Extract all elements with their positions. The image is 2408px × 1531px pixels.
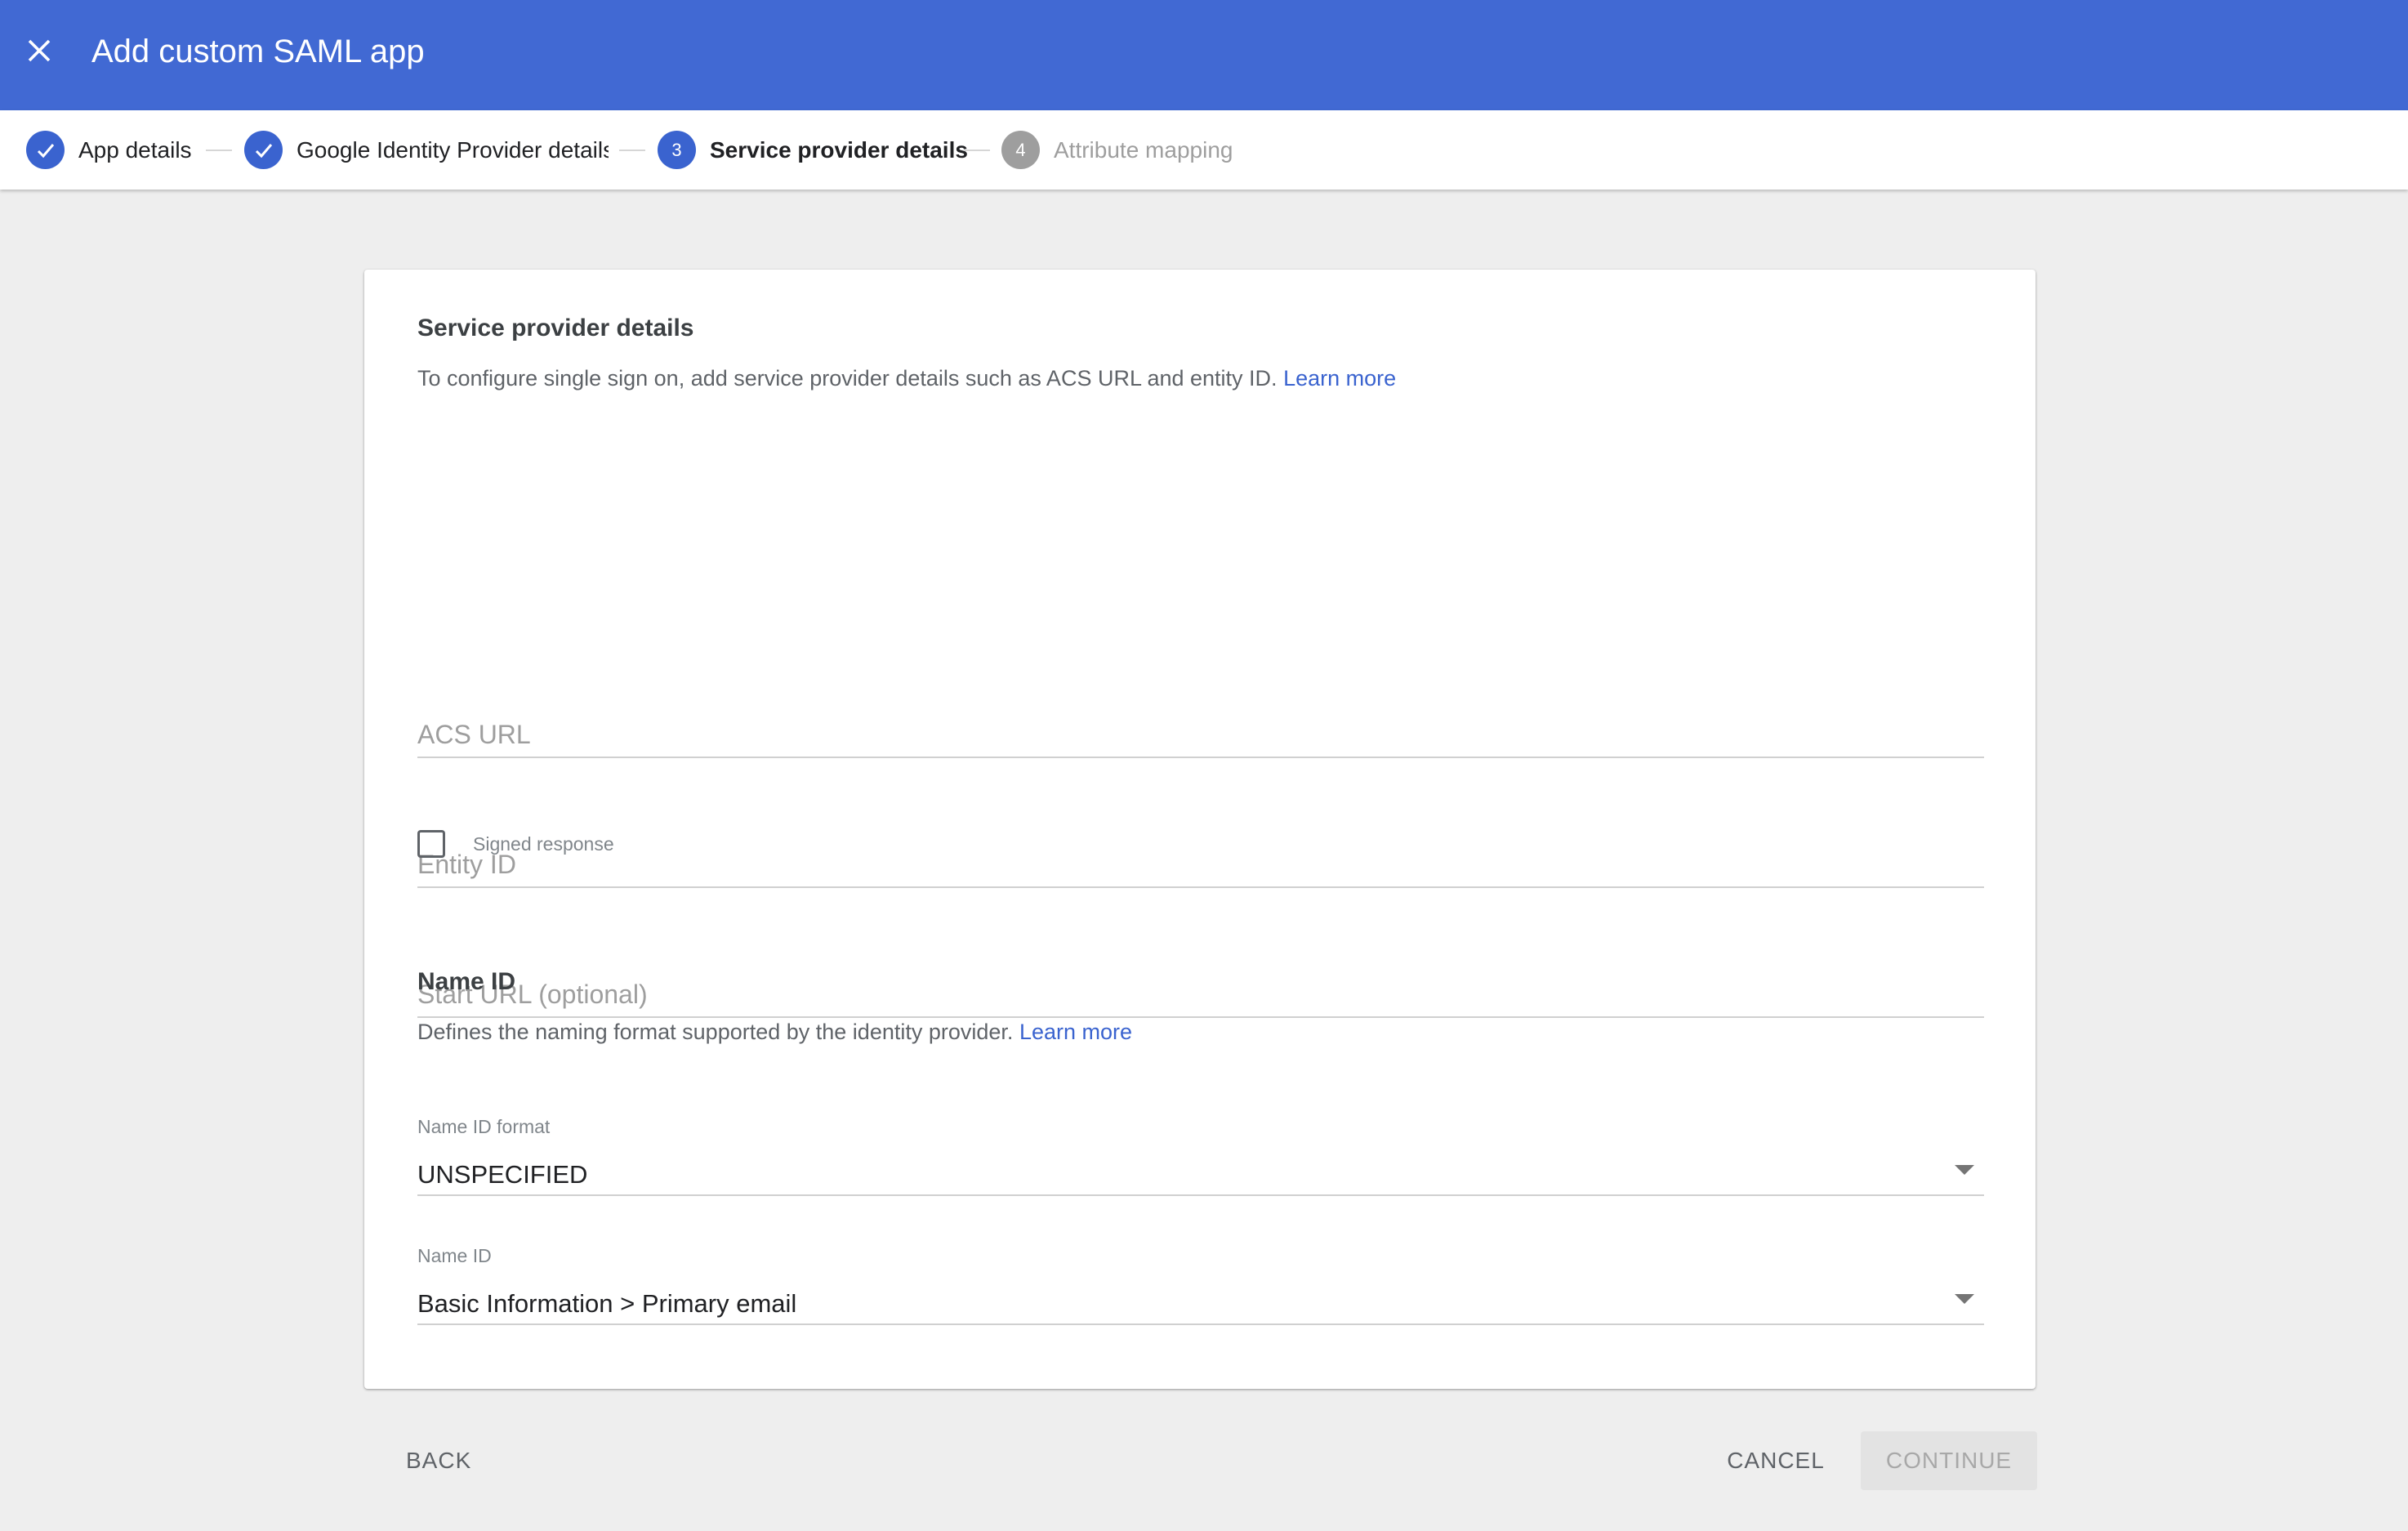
acs-url-input[interactable] [417,720,1984,750]
continue-button[interactable]: CONTINUE [1861,1431,2037,1490]
step-number: 4 [1001,131,1040,169]
dropdown-arrow-icon [1955,1165,1974,1175]
step-label: App details [78,136,192,163]
page-title: Add custom SAML app [91,33,425,69]
signed-response-row[interactable]: Signed response [417,830,614,858]
description-text: Defines the naming format supported by t… [417,1020,1014,1044]
start-url-field[interactable] [417,964,1984,1018]
close-icon[interactable] [26,38,52,64]
name-id-label: Name ID [417,1245,492,1266]
name-id-description: Defines the naming format supported by t… [417,1020,1132,1045]
step-attribute-mapping[interactable]: 4 Attribute mapping [1001,110,1233,190]
step-label: Google Identity Provider details [297,136,609,163]
section-title-name-id: Name ID [417,968,516,995]
form-card: Service provider details To configure si… [364,270,2036,1389]
step-number: 3 [658,131,696,169]
app-header: Add custom SAML app [0,0,2408,110]
stepper: App details Google Identity Provider det… [0,110,2408,190]
step-divider [619,150,645,151]
name-id-value: Basic Information > Primary email [417,1289,797,1318]
learn-more-link[interactable]: Learn more [1019,1020,1132,1044]
check-icon [26,131,65,169]
signed-response-label: Signed response [473,832,614,855]
close-button[interactable] [21,33,57,69]
step-google-idp-details[interactable]: Google Identity Provider details [244,110,609,190]
entity-id-input[interactable] [417,850,1984,880]
step-label: Service provider details [710,136,968,163]
step-divider [206,150,232,151]
section-title-service-provider: Service provider details [417,315,694,341]
description-text: To configure single sign on, add service… [417,366,1278,391]
step-label: Attribute mapping [1054,136,1233,163]
cancel-button[interactable]: CANCEL [1715,1431,1836,1490]
step-divider [964,150,990,151]
start-url-input[interactable] [417,980,1984,1010]
entity-id-field[interactable] [417,834,1984,888]
acs-url-field[interactable] [417,704,1984,758]
name-id-format-select[interactable]: UNSPECIFIED [417,1145,1984,1196]
section-description: To configure single sign on, add service… [417,366,1396,391]
dropdown-arrow-icon [1955,1294,1974,1304]
back-button[interactable]: BACK [387,1431,485,1490]
step-service-provider-details[interactable]: 3 Service provider details [658,110,968,190]
name-id-select[interactable]: Basic Information > Primary email [417,1274,1984,1325]
step-app-details[interactable]: App details [26,110,192,190]
check-icon [244,131,283,169]
learn-more-link[interactable]: Learn more [1283,366,1396,391]
name-id-format-label: Name ID format [417,1116,551,1137]
signed-response-checkbox[interactable] [417,830,445,858]
name-id-format-value: UNSPECIFIED [417,1160,588,1189]
